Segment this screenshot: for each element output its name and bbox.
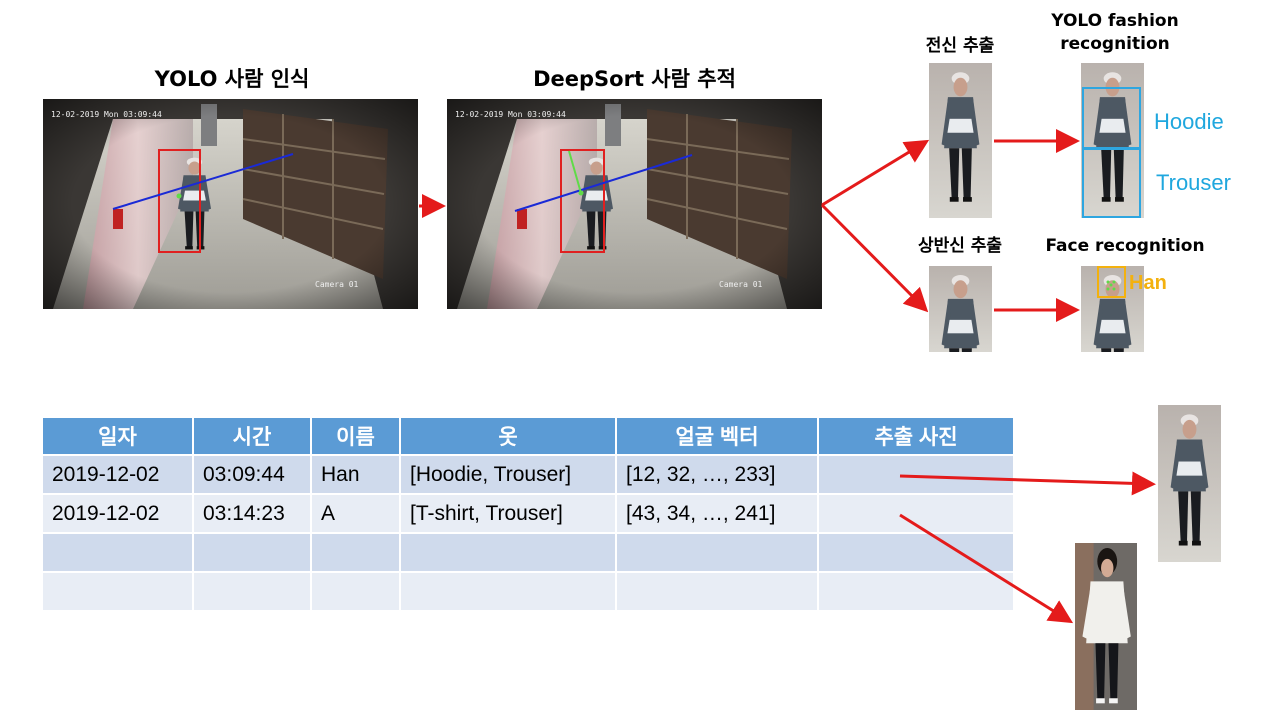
arrow-to-full-body [821, 139, 930, 207]
arrow-row2-to-photo [899, 513, 1074, 624]
arrow-row1-to-photo [899, 471, 1156, 496]
flow-arrows [419, 129, 1156, 624]
arrow-to-upper-body [820, 203, 929, 313]
